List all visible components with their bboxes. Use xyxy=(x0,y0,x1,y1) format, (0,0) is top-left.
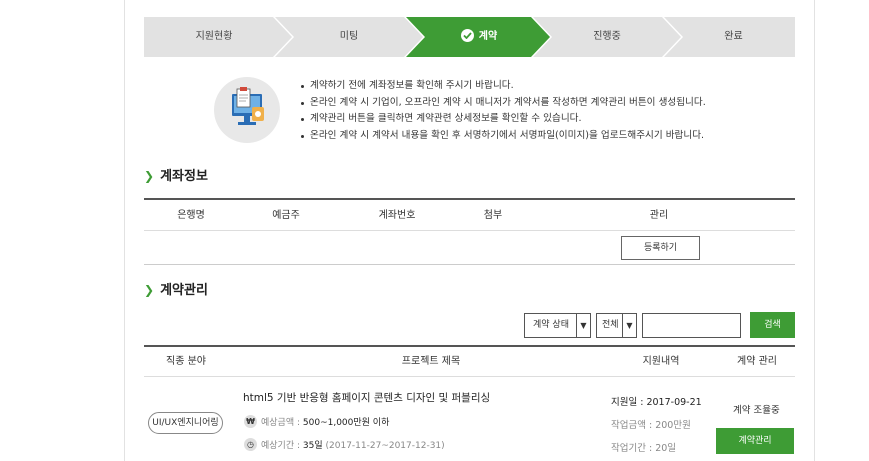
clock-icon: ◷ xyxy=(244,438,257,451)
scope-select-value: 전체 xyxy=(602,320,619,330)
expected-amount: ₩ 예상금액 : 500~1,000만원 이하 xyxy=(244,415,390,430)
col-field: 직종 분야 xyxy=(166,356,206,367)
step-complete: 완료 xyxy=(724,31,743,42)
account-table: 은행명 예금주 계좌번호 첨부 관리 등록하기 xyxy=(144,198,795,265)
col-project-title: 프로젝트 제목 xyxy=(401,356,461,367)
account-section-title-text: 계좌정보 xyxy=(160,169,208,184)
contract-manage-button[interactable]: 계약관리 xyxy=(716,428,794,454)
step-contract: 계약 xyxy=(414,17,544,57)
check-circle-icon xyxy=(460,28,474,42)
work-amount: 작업금액 : 200만원 xyxy=(611,420,691,431)
step-contract-label: 계약 xyxy=(478,31,498,42)
expected-amount-value: 500~1,000만원 이하 xyxy=(302,418,390,428)
contract-section-title: ❯ 계약관리 xyxy=(144,279,208,298)
notice-item: 온라인 계약 시 기업이, 오프라인 계약 시 매니저가 계약서를 작성하면 계… xyxy=(300,95,706,112)
job-field-badge: UI/UX엔지니어링 xyxy=(148,412,223,434)
search-input[interactable] xyxy=(642,313,741,338)
notice-item: 온라인 계약 시 계약서 내용을 확인 후 서명하기에서 서명파일(이미지)을 … xyxy=(300,128,706,145)
monitor-contract-icon xyxy=(232,87,264,125)
won-icon: ₩ xyxy=(244,415,257,428)
contract-section-title-text: 계약관리 xyxy=(160,283,208,298)
chevron-down-icon: ▼ xyxy=(576,314,590,337)
notice-item: 계약관리 버튼을 클릭하면 계약관련 상세정보를 확인할 수 있습니다. xyxy=(300,111,706,128)
contract-status-select-value: 계약 상태 xyxy=(533,320,569,330)
expected-period: ◷ 예상기간 : 35일 (2017-11-27~2017-12-31) xyxy=(244,438,445,453)
contract-illustration xyxy=(214,77,280,143)
col-account-number: 계좌번호 xyxy=(378,210,416,221)
chevron-right-icon: ❯ xyxy=(144,169,155,183)
step-meeting: 미팅 xyxy=(339,31,359,42)
col-bank: 은행명 xyxy=(177,210,205,221)
expected-period-range: (2017-11-27~2017-12-31) xyxy=(325,441,445,451)
col-holder: 예금주 xyxy=(272,210,300,221)
project-title-link[interactable]: html5 기반 반응형 홈페이지 콘텐츠 디자인 및 퍼블리싱 xyxy=(243,390,490,405)
chevron-down-icon: ▼ xyxy=(622,314,636,337)
progress-steps: 지원현황 미팅 계약 진행중 완료 xyxy=(144,17,795,57)
contract-table: 직종 분야 프로젝트 제목 지원내역 계약 관리 xyxy=(144,345,795,377)
contract-status-select[interactable]: 계약 상태 ▼ xyxy=(524,313,591,338)
notice-item: 계약하기 전에 계좌정보를 확인해 주시기 바랍니다. xyxy=(300,78,706,95)
apply-date: 지원일 : 2017-09-21 xyxy=(611,397,702,408)
contract-status: 계약 조율중 xyxy=(733,405,780,416)
chevron-right-icon: ❯ xyxy=(144,283,155,297)
account-section-title: ❯ 계좌정보 xyxy=(144,165,208,184)
expected-amount-label: 예상금액 : xyxy=(261,418,301,428)
register-account-button[interactable]: 등록하기 xyxy=(621,236,700,260)
col-attachment: 첨부 xyxy=(483,210,503,221)
expected-period-days: 35일 xyxy=(302,441,323,451)
step-in-progress: 진행중 xyxy=(593,31,621,42)
expected-period-label: 예상기간 : xyxy=(261,441,301,451)
work-period: 작업기간 : 20일 xyxy=(611,443,677,454)
col-application: 지원내역 xyxy=(642,356,680,367)
search-button[interactable]: 검색 xyxy=(750,312,795,338)
col-contract-manage: 계약 관리 xyxy=(737,356,777,367)
notice-list: 계약하기 전에 계좌정보를 확인해 주시기 바랍니다. 온라인 계약 시 기업이… xyxy=(300,78,706,144)
step-applied: 지원현황 xyxy=(195,31,233,42)
account-table-row: 등록하기 xyxy=(144,231,795,265)
scope-select[interactable]: 전체 ▼ xyxy=(596,313,637,338)
col-manage: 관리 xyxy=(649,210,669,221)
contract-table-header: 직종 분야 프로젝트 제목 지원내역 계약 관리 xyxy=(144,347,795,377)
account-table-header: 은행명 예금주 계좌번호 첨부 관리 xyxy=(144,200,795,231)
